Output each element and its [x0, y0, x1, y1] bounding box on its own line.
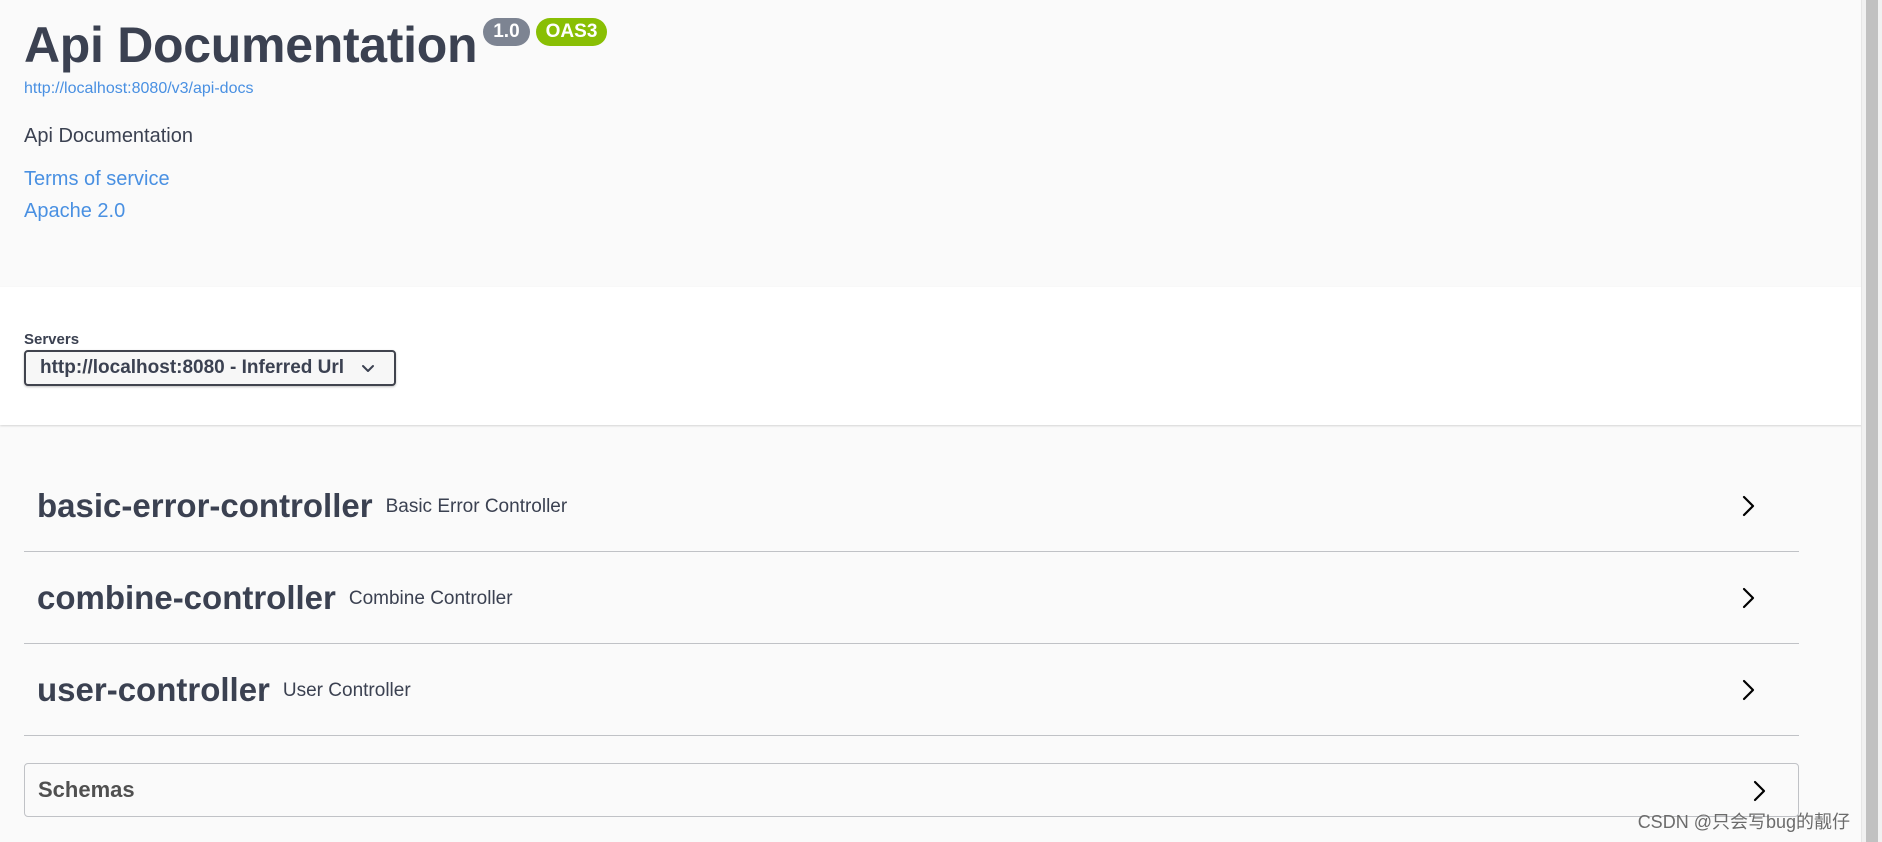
tag-user-controller[interactable]: user-controller User Controller — [24, 644, 1799, 736]
tag-combine-controller[interactable]: combine-controller Combine Controller — [24, 552, 1799, 644]
tag-description: Combine Controller — [348, 587, 513, 609]
server-select[interactable]: http://localhost:8080 - Inferred Url — [24, 350, 396, 386]
watermark-text: CSDN @只会写bug的靓仔 — [1637, 812, 1850, 832]
chevron-right-icon[interactable] — [1748, 779, 1770, 803]
chevron-right-icon[interactable] — [1737, 494, 1759, 518]
schemas-title: Schemas — [38, 777, 135, 802]
operation-tags: basic-error-controller Basic Error Contr… — [24, 460, 1799, 736]
scrollbar-thumb[interactable] — [1866, 0, 1878, 842]
schemas-section[interactable]: Schemas — [24, 763, 1799, 817]
swagger-ui-page: Api Documentation 1.0 OAS3 http://localh… — [0, 0, 1882, 842]
title-row: Api Documentation 1.0 OAS3 — [24, 14, 608, 76]
tag-name: user-controller — [37, 670, 270, 708]
tag-description: Basic Error Controller — [385, 495, 568, 517]
servers-label: Servers — [24, 331, 80, 348]
chevron-right-icon[interactable] — [1737, 678, 1759, 702]
vertical-scrollbar[interactable] — [1861, 0, 1882, 842]
oas-badge: OAS3 — [535, 18, 608, 46]
page-title: Api Documentation — [24, 17, 478, 73]
tag-name: combine-controller — [37, 578, 336, 616]
version-badge: 1.0 — [483, 18, 530, 46]
api-docs-link[interactable]: http://localhost:8080/v3/api-docs — [24, 80, 253, 98]
tag-name: basic-error-controller — [37, 486, 373, 524]
servers-section: Servers http://localhost:8080 - Inferred… — [0, 287, 1862, 425]
info-section: Api Documentation 1.0 OAS3 http://localh… — [0, 0, 1862, 287]
tag-description: User Controller — [282, 679, 411, 701]
tag-basic-error-controller[interactable]: basic-error-controller Basic Error Contr… — [24, 460, 1799, 552]
chevron-down-icon — [362, 365, 374, 372]
terms-of-service-link[interactable]: Terms of service — [24, 168, 170, 191]
api-description: Api Documentation — [24, 125, 193, 147]
license-link[interactable]: Apache 2.0 — [24, 200, 125, 223]
chevron-right-icon[interactable] — [1737, 586, 1759, 610]
server-selected-value: http://localhost:8080 - Inferred Url — [40, 357, 345, 378]
